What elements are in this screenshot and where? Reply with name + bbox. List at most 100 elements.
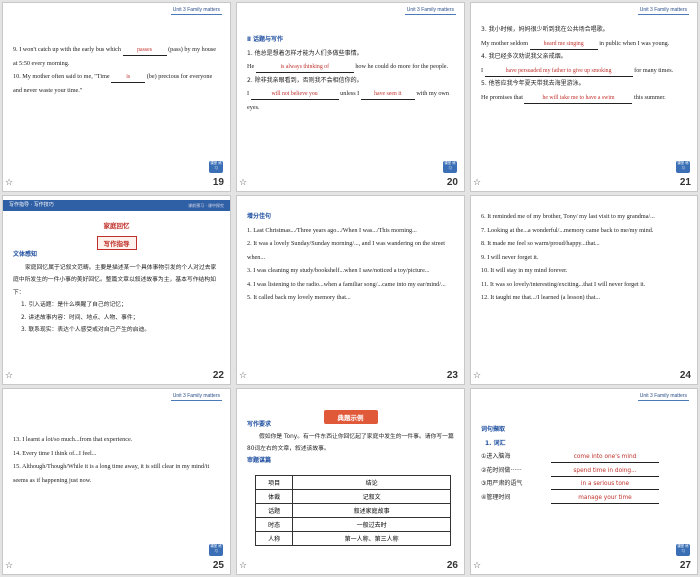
exercise-line: He is always thinking of how he could do…	[247, 60, 454, 74]
table-cell: 体裁	[254, 489, 294, 504]
section-title: 文体感知	[13, 251, 38, 258]
table-cell: 结论	[292, 475, 451, 490]
star-icon: ☆	[5, 561, 14, 571]
practice-cube-icon[interactable]: 课堂 练习	[676, 544, 690, 556]
table-header-row: 项目 结论	[254, 475, 451, 490]
unit-tag: Unit 3 Family matters	[170, 7, 222, 15]
slide-20[interactable]: Unit 3 Family matters Ⅱ 话题与写作 1. 他总是想着怎样…	[236, 2, 465, 192]
slide-27[interactable]: Unit 3 Family matters 词句撷取 1. 词汇 ①进入脑海 co…	[470, 388, 698, 575]
sentence-line: 15. Although/Though/While it is a long t…	[13, 463, 210, 484]
table-cell: 第一人称、第三人称	[292, 531, 451, 546]
unit-tag: Unit 3 Family matters	[170, 393, 222, 401]
section-title: 写作要求	[247, 421, 272, 428]
slide-number: 21	[679, 177, 691, 188]
answer-blank: passes	[122, 46, 167, 56]
slide-number: 22	[212, 370, 224, 381]
practice-cube-icon[interactable]: 课堂 练习	[676, 161, 690, 173]
table-cell: 人称	[254, 531, 294, 546]
guide-title: 写作指导	[96, 231, 137, 250]
slide-number: 25	[212, 560, 224, 571]
slide-24[interactable]: 6. It reminded me of my brother, Tony/ m…	[470, 195, 698, 385]
analysis-table: 项目 结论 体裁 记叙文 话题 叙述家庭故事 时态 一般过去时 人称 第一人称、…	[254, 475, 451, 546]
sentence-line: 6. It reminded me of my brother, Tony/ m…	[481, 213, 655, 220]
slide-26[interactable]: 典题示例 写作要求 假如你是 Tony。有一件东西让你回忆起了家庭中发生的一件事…	[236, 388, 465, 575]
table-cell: 项目	[254, 475, 294, 490]
table-cell: 叙述家庭故事	[292, 503, 451, 518]
exercise-line: 10. My mother often said to me, "Time is…	[13, 73, 213, 94]
sentence-line: 5. It called back my lovely memory that.…	[247, 294, 351, 301]
intro-paragraph: 家庭回忆属于记叙文范畴。主要是描述某一个具体事物引发的个人对过去家庭中所发生的一…	[13, 264, 217, 296]
slide-number: 19	[212, 177, 224, 188]
practice-cube-icon[interactable]: 课堂 练习	[209, 544, 223, 556]
answer-blank: manage your time	[551, 494, 659, 504]
answer-blank: heard me singing	[529, 40, 598, 50]
vocab-row: ②花时间做······ spend time in doing...	[481, 464, 687, 478]
vocab-row: ③用严肃的语气 in a serious tone	[481, 477, 687, 491]
sentence-line: 4. I was listening to the radio...when a…	[247, 280, 446, 288]
sentence-line: 1. Last Christmas.../Three years ago.../…	[247, 226, 417, 234]
table-cell: 记叙文	[292, 489, 451, 504]
sentence-line: 2. It was a lovely Sunday/Sunday morning…	[247, 240, 445, 261]
answer-blank: spend time in doing...	[551, 467, 659, 477]
slide-number: 27	[679, 560, 691, 571]
table-row: 体裁 记叙文	[254, 489, 451, 504]
answer-blank: in a serious tone	[551, 480, 659, 490]
section-title: Ⅱ 话题与写作	[247, 36, 284, 43]
answer-blank: will not believe you	[250, 90, 339, 100]
chinese-prompt: 3. 我小时候，妈妈很少听到我在公共场合唱歌。	[481, 26, 609, 33]
star-icon: ☆	[239, 371, 248, 381]
exercise-line: 9. I won't catch up with the early bus w…	[13, 46, 217, 67]
sentence-line: 11. It was so lovely/interesting/excitin…	[481, 280, 646, 288]
slide-25[interactable]: Unit 3 Family matters 13. I learnt a lot…	[2, 388, 231, 575]
table-cell: 话题	[254, 503, 294, 518]
sentence-line: 10. It will stay in my mind forever.	[481, 267, 568, 274]
table-row: 人称 第一人称、第三人称	[254, 531, 451, 546]
sentence-line: 12. It taught me that.../I learned (a le…	[481, 294, 601, 301]
slide-23[interactable]: 增分佳句 1. Last Christmas.../Three years ag…	[236, 195, 465, 385]
sentence-line: 14. Every time I think of...I feel...	[13, 449, 97, 457]
chinese-prompt: 4. 我已经多次劝说我父亲戒烟。	[481, 53, 567, 60]
table-row: 话题 叙述家庭故事	[254, 503, 451, 518]
star-icon: ☆	[473, 561, 482, 571]
sentence-line: 7. Looking at the...a wonderful/...memor…	[481, 226, 654, 234]
star-icon: ☆	[473, 371, 482, 381]
unit-tag: Unit 3 Family matters	[404, 7, 456, 15]
header-band: 写作指导 · 写作技巧 课前预习 · 课中探究	[3, 200, 230, 211]
star-icon: ☆	[239, 561, 248, 571]
chinese-prompt: 1. 他总是想着怎样才能为人们多做些事情。	[247, 49, 363, 57]
vocab-row: ④管理时间 manage your time	[481, 491, 687, 505]
star-icon: ☆	[239, 178, 248, 188]
point-line: 3. 联系现实：表达个人感受或对自己产生的启迪。	[21, 327, 151, 333]
sentence-line: 13. I learnt a lot/so much...from that e…	[13, 436, 133, 443]
slide-number: 23	[446, 370, 458, 381]
slide-21[interactable]: Unit 3 Family matters 3. 我小时候，妈妈很少听到我在公共…	[470, 2, 698, 192]
answer-blank: come into one's mind	[551, 453, 659, 463]
point-line: 1. 引入话题：是什么唤醒了自己的记忆；	[21, 302, 127, 308]
star-icon: ☆	[5, 371, 14, 381]
sentence-line: 3. I was cleaning my study/bookshelf...w…	[247, 267, 430, 274]
exercise-line: I will not believe you unless I have see…	[247, 90, 449, 111]
subsection-title: 1. 词汇	[485, 439, 506, 447]
table-cell: 一般过去时	[292, 517, 451, 532]
answer-blank: is	[111, 73, 146, 83]
section-title: 词句撷取	[481, 426, 506, 433]
star-icon: ☆	[473, 178, 482, 188]
slide-19[interactable]: Unit 3 Family matters 9. I won't catch u…	[2, 2, 231, 192]
sentence-line: 9. I will never forget it.	[481, 253, 539, 261]
slide-number: 24	[679, 370, 691, 381]
unit-tag: Unit 3 Family matters	[637, 393, 689, 401]
vocab-row: ①进入脑海 come into one's mind	[481, 450, 687, 464]
slide-22[interactable]: 写作指导 · 写作技巧 课前预习 · 课中探究 家庭回忆 写作指导 文体感知 家…	[2, 195, 231, 385]
unit-tag: Unit 3 Family matters	[637, 7, 689, 15]
exercise-line: My mother seldom heard me singing in pub…	[481, 37, 687, 51]
chinese-prompt: 2. 除非我亲眼看到，否则我不会相信你的。	[247, 76, 363, 84]
table-cell: 时态	[254, 517, 294, 532]
requirement-text: 假如你是 Tony。有一件东西让你回忆起了家庭中发生的一件事。请你写一篇80词左…	[247, 434, 454, 452]
section-title: 审题谋篇	[247, 457, 272, 464]
answer-blank: he will take me to have a swim	[524, 94, 633, 104]
table-row: 时态 一般过去时	[254, 517, 451, 532]
section-title: 增分佳句	[247, 213, 272, 220]
practice-cube-icon[interactable]: 课堂 练习	[443, 161, 457, 173]
practice-cube-icon[interactable]: 课堂 练习	[209, 161, 223, 173]
slide-number: 26	[446, 560, 458, 571]
